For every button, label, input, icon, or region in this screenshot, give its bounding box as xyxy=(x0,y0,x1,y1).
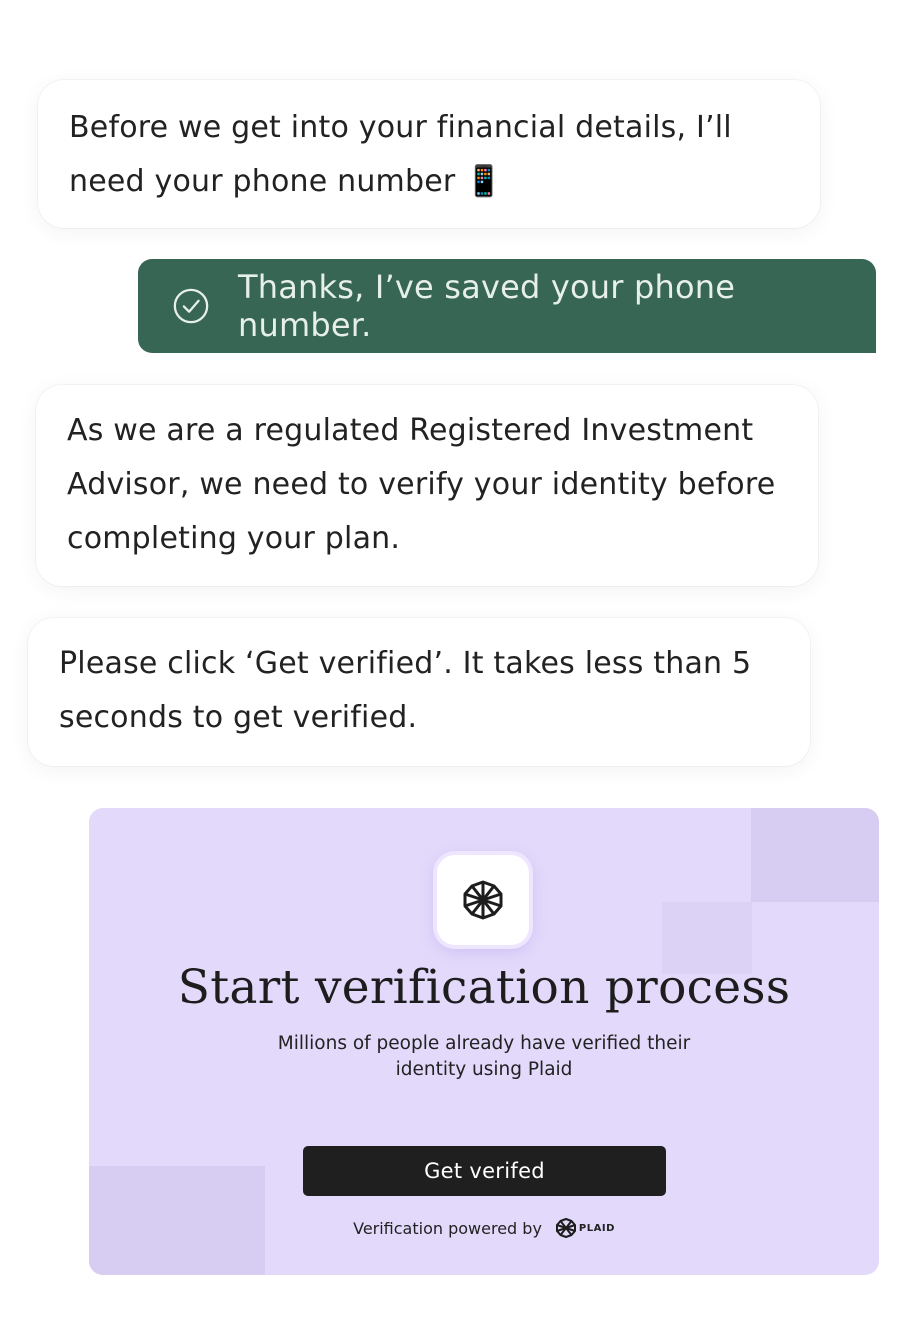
assistant-message-instruction: Please click ‘Get verified’. It takes le… xyxy=(28,618,810,766)
plaid-small-logo-icon xyxy=(555,1218,576,1238)
message-text: Before we get into your financial detail… xyxy=(69,110,732,199)
message-text: Please click ‘Get verified’. It takes le… xyxy=(59,646,752,735)
powered-by-text: Verification powered by xyxy=(353,1218,542,1238)
check-circle-icon xyxy=(173,288,209,324)
verification-card: Start verification process Millions of p… xyxy=(89,808,879,1275)
confirmation-text: Thanks, I’ve saved your phone number. xyxy=(238,268,736,344)
card-subtitle: Millions of people already have verified… xyxy=(277,1033,691,1080)
plaid-brand-logo: PLAID xyxy=(555,1218,615,1238)
assistant-message-verification-reason: As we are a regulated Registered Investm… xyxy=(36,385,818,586)
powered-by-footer: Verification powered by PLAID xyxy=(89,1218,879,1238)
plaid-logo-tile xyxy=(437,855,529,945)
decorative-square xyxy=(751,808,879,902)
message-text: As we are a regulated Registered Investm… xyxy=(67,413,776,556)
assistant-message-phone-request: Before we get into your financial detail… xyxy=(38,80,820,228)
plaid-wordmark: PLAID xyxy=(578,1222,615,1234)
get-verified-button[interactable]: Get verifed xyxy=(303,1146,666,1196)
card-title: Start verification process xyxy=(177,960,791,1015)
user-confirmation-message: Thanks, I’ve saved your phone number. xyxy=(138,259,876,353)
plaid-logo-icon xyxy=(463,880,503,920)
